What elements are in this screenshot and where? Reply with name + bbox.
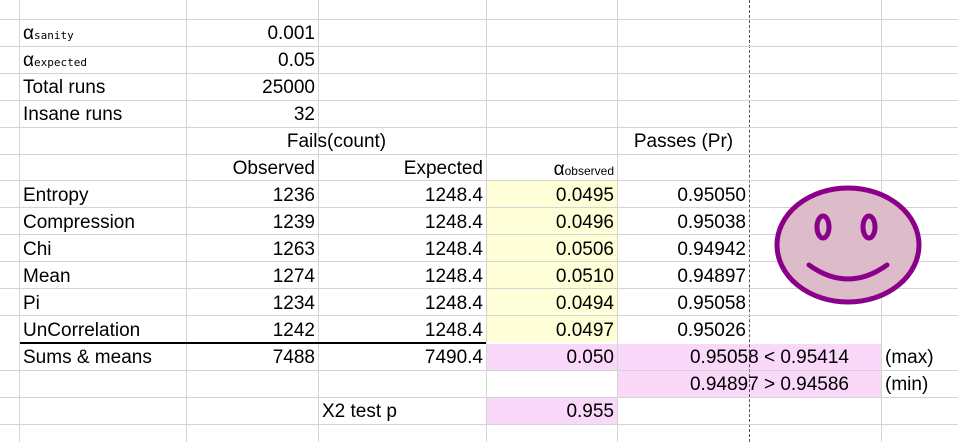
row-observed[interactable]: 1242 (187, 317, 318, 344)
expected-header[interactable]: Expected (319, 155, 486, 182)
row-observed[interactable]: 1234 (187, 290, 318, 317)
row-expected[interactable]: 1248.4 (319, 263, 486, 290)
row-passes[interactable]: 0.95050 (618, 182, 749, 209)
passes-max-comparison[interactable]: 0.95058 < 0.95414 (618, 344, 881, 371)
sums-alpha[interactable]: 0.050 (487, 344, 617, 371)
row-name[interactable]: Compression (20, 209, 186, 236)
row-observed[interactable]: 1236 (187, 182, 318, 209)
observed-header[interactable]: Observed (187, 155, 318, 182)
min-label[interactable]: (min) (882, 371, 958, 398)
row-expected[interactable]: 1248.4 (319, 209, 486, 236)
row-name[interactable]: Entropy (20, 182, 186, 209)
spreadsheet-grid[interactable]: αsanity 0.001 αexpected 0.05 Total runs … (0, 0, 958, 442)
alpha-subscript: sanity (33, 29, 74, 42)
smiley-face-outline (774, 185, 922, 305)
chi-test-value[interactable]: 0.955 (487, 398, 617, 425)
row-name[interactable]: Pi (20, 290, 186, 317)
sums-expected[interactable]: 7490.4 (319, 344, 486, 371)
row-expected[interactable]: 1248.4 (319, 236, 486, 263)
row-passes[interactable]: 0.94897 (618, 263, 749, 290)
insane-runs-value[interactable]: 32 (187, 101, 318, 128)
row-name[interactable]: Chi (20, 236, 186, 263)
row-name[interactable]: Mean (20, 263, 186, 290)
row-observed[interactable]: 1239 (187, 209, 318, 236)
row-alpha[interactable]: 0.0506 (487, 236, 617, 263)
alpha-expected-label[interactable]: αexpected (20, 47, 186, 74)
row-expected[interactable]: 1248.4 (319, 317, 486, 344)
smiley-face-icon[interactable] (773, 185, 923, 305)
passes-pr-header[interactable]: Passes (Pr) (618, 128, 749, 155)
row-alpha[interactable]: 0.0494 (487, 290, 617, 317)
alpha-symbol: α (23, 23, 34, 44)
row-observed[interactable]: 1263 (187, 236, 318, 263)
chi-test-label[interactable]: X2 test p (319, 398, 486, 425)
row-expected[interactable]: 1248.4 (319, 182, 486, 209)
alpha-expected-value[interactable]: 0.05 (187, 47, 318, 74)
row-passes[interactable]: 0.95038 (618, 209, 749, 236)
fails-count-header[interactable]: Fails(count) (187, 128, 486, 155)
row-name[interactable]: UnCorrelation (20, 317, 186, 344)
alpha-subscript: observed (564, 164, 614, 178)
row-expected[interactable]: 1248.4 (319, 290, 486, 317)
row-alpha[interactable]: 0.0510 (487, 263, 617, 290)
alpha-symbol: α (553, 159, 565, 180)
alpha-sanity-label[interactable]: αsanity (20, 20, 186, 47)
row-alpha[interactable]: 0.0496 (487, 209, 617, 236)
alpha-sanity-value[interactable]: 0.001 (187, 20, 318, 47)
row-passes[interactable]: 0.95026 (618, 317, 749, 344)
alpha-subscript: expected (33, 56, 87, 69)
sums-observed[interactable]: 7488 (187, 344, 318, 371)
row-alpha[interactable]: 0.0497 (487, 317, 617, 344)
insane-runs-label[interactable]: Insane runs (20, 101, 186, 128)
sums-label[interactable]: Sums & means (20, 344, 186, 371)
passes-min-comparison[interactable]: 0.94897 > 0.94586 (618, 371, 881, 398)
alpha-observed-header[interactable]: αobserved (487, 155, 617, 182)
total-runs-value[interactable]: 25000 (187, 74, 318, 101)
row-passes[interactable]: 0.95058 (618, 290, 749, 317)
row-passes[interactable]: 0.94942 (618, 236, 749, 263)
row-alpha[interactable]: 0.0495 (487, 182, 617, 209)
alpha-symbol: α (23, 50, 34, 71)
row-observed[interactable]: 1274 (187, 263, 318, 290)
total-runs-label[interactable]: Total runs (20, 74, 186, 101)
max-label[interactable]: (max) (882, 344, 958, 371)
